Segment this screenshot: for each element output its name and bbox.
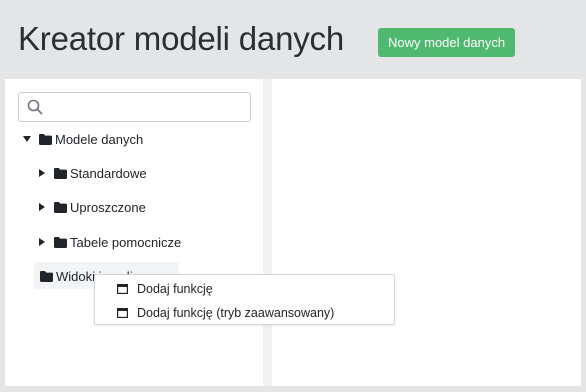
tree-node-tabele-pomocnicze[interactable]: Tabele pomocnicze	[36, 231, 181, 253]
folder-icon	[54, 201, 67, 213]
content-panel	[272, 79, 581, 386]
page-title: Kreator modeli danych	[18, 20, 344, 57]
tree-node-standardowe[interactable]: Standardowe	[36, 162, 147, 184]
folder-icon	[40, 270, 53, 282]
tree-node-root[interactable]: Modele danych	[21, 128, 143, 150]
folder-icon	[54, 167, 67, 179]
menu-item-add-function-advanced[interactable]: Dodaj funkcję (tryb zaawansowany)	[95, 301, 394, 325]
window-icon	[117, 284, 128, 294]
tree-node-label: Uproszczone	[70, 199, 146, 215]
search-icon	[27, 99, 43, 115]
folder-icon	[39, 133, 52, 145]
caret-right-icon[interactable]	[36, 236, 48, 248]
new-data-model-button[interactable]: Nowy model danych	[378, 28, 516, 57]
tree-node-label: Standardowe	[70, 165, 147, 181]
caret-down-icon[interactable]	[21, 133, 33, 145]
tree-node-label: Modele danych	[55, 131, 144, 147]
tree-node-uproszczone[interactable]: Uproszczone	[36, 196, 146, 218]
folder-icon	[54, 236, 67, 248]
caret-right-icon[interactable]	[36, 167, 48, 179]
menu-item-label: Dodaj funkcję	[137, 282, 213, 296]
context-menu: Dodaj funkcję Dodaj funkcję (tryb zaawan…	[94, 274, 395, 325]
menu-item-add-function[interactable]: Dodaj funkcję	[95, 277, 394, 301]
menu-item-label: Dodaj funkcję (tryb zaawansowany)	[137, 306, 335, 320]
search-input[interactable]	[49, 97, 244, 117]
search-field[interactable]	[18, 92, 251, 122]
window-icon	[117, 308, 128, 318]
caret-right-icon[interactable]	[36, 201, 48, 213]
panel-splitter[interactable]	[263, 79, 272, 386]
tree-node-label: Tabele pomocnicze	[70, 234, 182, 250]
